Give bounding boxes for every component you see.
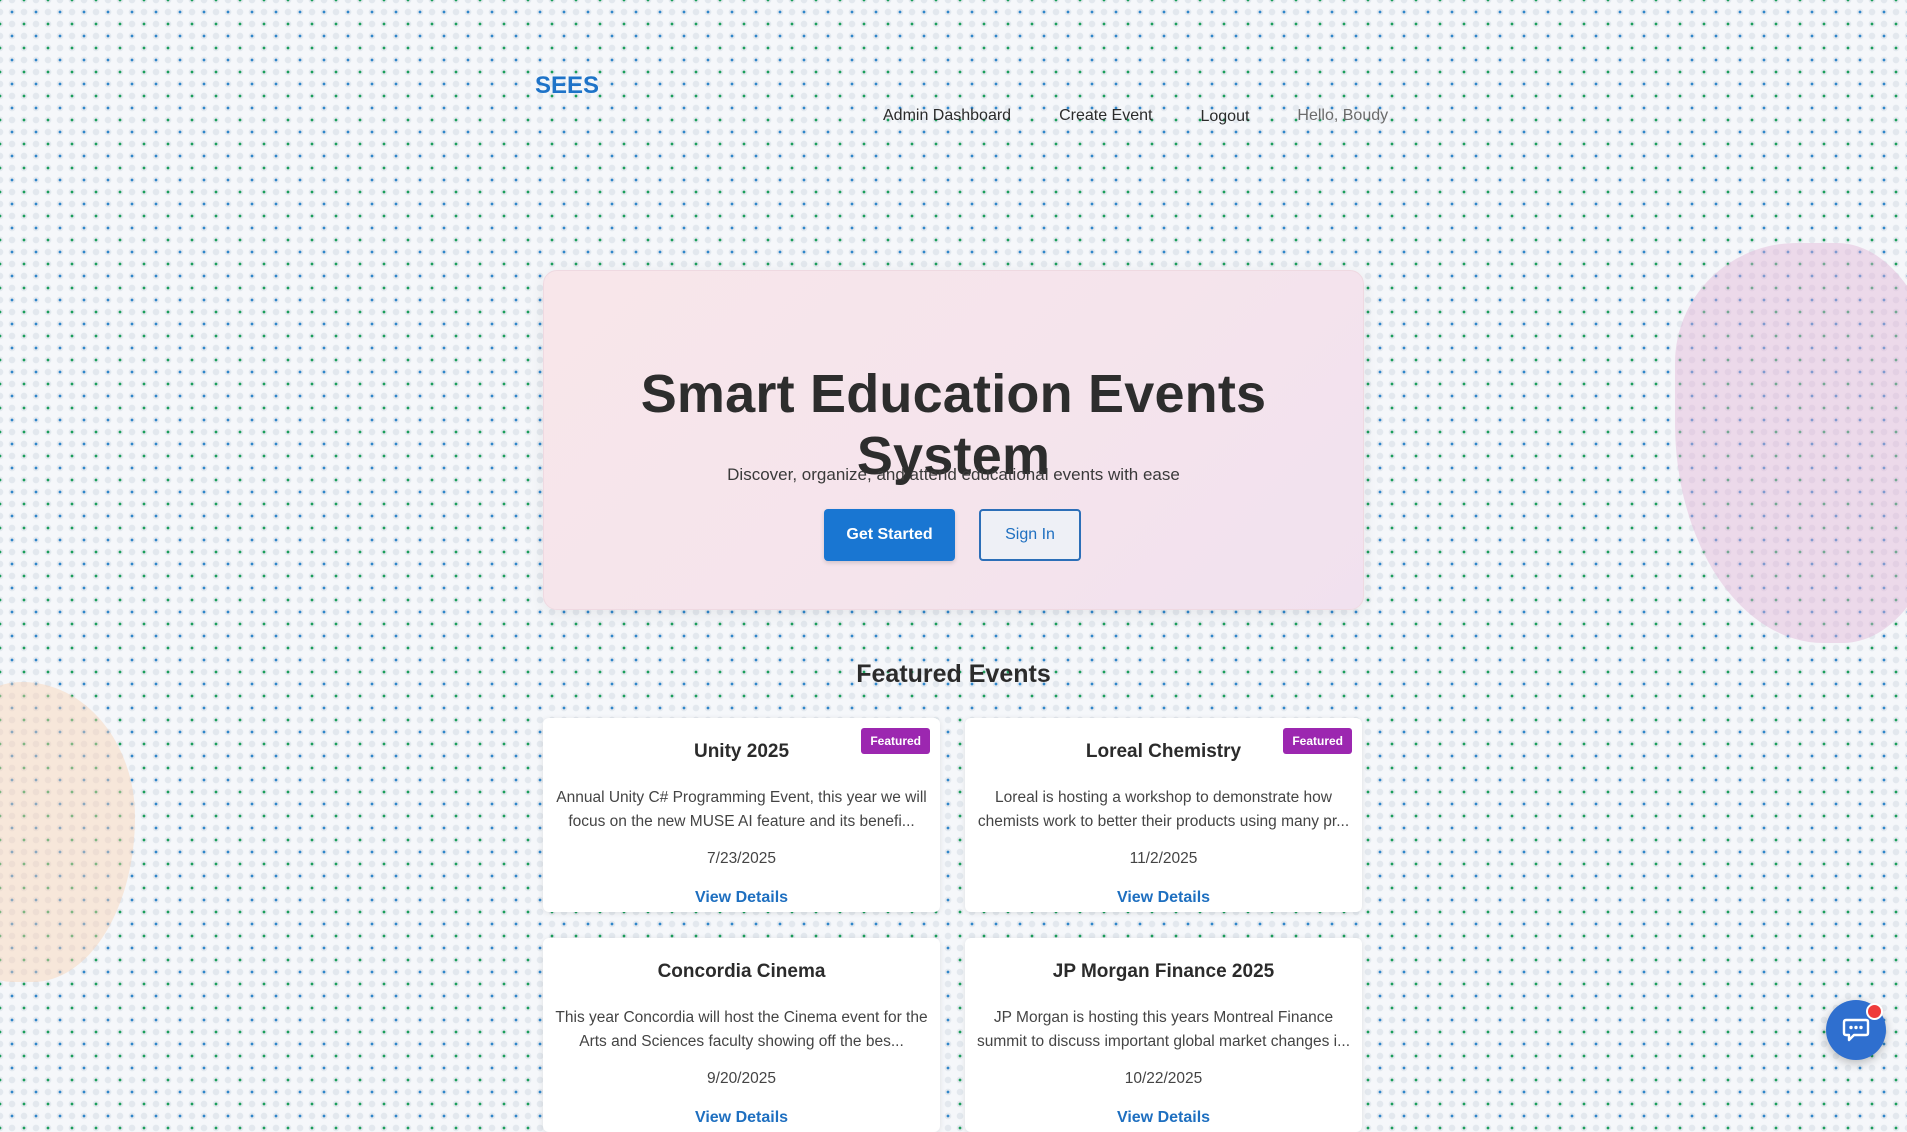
event-title: Concordia Cinema bbox=[657, 961, 826, 982]
nav-admin-dashboard[interactable]: Admin Dashboard bbox=[883, 107, 1011, 125]
event-date: 7/23/2025 bbox=[707, 850, 776, 867]
decorative-blob-pink bbox=[1675, 243, 1907, 643]
event-date: 11/2/2025 bbox=[1129, 850, 1198, 867]
event-card: Concordia Cinema This year Concordia wil… bbox=[543, 938, 940, 1132]
view-details-link[interactable]: View Details bbox=[543, 889, 940, 907]
event-description: Loreal is hosting a workshop to demonstr… bbox=[977, 789, 1350, 830]
event-title: JP Morgan Finance 2025 bbox=[1052, 961, 1275, 982]
hero-section: Smart Education Events System Discover, … bbox=[543, 270, 1364, 610]
nav-create-event[interactable]: Create Event bbox=[1059, 107, 1152, 125]
event-title: Loreal Chemistry bbox=[1085, 741, 1242, 762]
event-description: Annual Unity C# Programming Event, this … bbox=[556, 789, 927, 830]
logo[interactable]: SEES bbox=[535, 72, 599, 100]
event-card: Featured Unity 2025 Annual Unity C# Prog… bbox=[543, 718, 940, 912]
view-details-link[interactable]: View Details bbox=[543, 1109, 940, 1127]
notification-dot bbox=[1866, 1003, 1883, 1020]
event-date: 9/20/2025 bbox=[707, 1070, 776, 1087]
sign-in-button[interactable]: Sign In bbox=[979, 509, 1081, 561]
chat-bubble-icon bbox=[1842, 1018, 1870, 1042]
decorative-blob-orange bbox=[0, 682, 135, 982]
view-details-link[interactable]: View Details bbox=[965, 1109, 1362, 1127]
event-title: Unity 2025 bbox=[693, 741, 790, 762]
event-date: 10/22/2025 bbox=[1124, 1070, 1203, 1087]
user-greeting: Hello, Boudy bbox=[1297, 107, 1389, 124]
get-started-button[interactable]: Get Started bbox=[824, 509, 955, 561]
main-nav: Admin Dashboard Create Event Logout Hell… bbox=[883, 107, 1388, 125]
nav-logout[interactable]: Logout bbox=[1200, 108, 1249, 126]
hero-tagline: Discover, organize, and attend education… bbox=[727, 465, 1180, 484]
view-details-link[interactable]: View Details bbox=[965, 889, 1362, 907]
event-card: JP Morgan Finance 2025 JP Morgan is host… bbox=[965, 938, 1362, 1132]
chat-button[interactable] bbox=[1826, 1000, 1886, 1060]
event-description: This year Concordia will host the Cinema… bbox=[555, 1009, 928, 1050]
event-card: Featured Loreal Chemistry Loreal is host… bbox=[965, 718, 1362, 912]
featured-events-title: Featured Events bbox=[856, 660, 1051, 688]
event-description: JP Morgan is hosting this years Montreal… bbox=[976, 1009, 1350, 1050]
